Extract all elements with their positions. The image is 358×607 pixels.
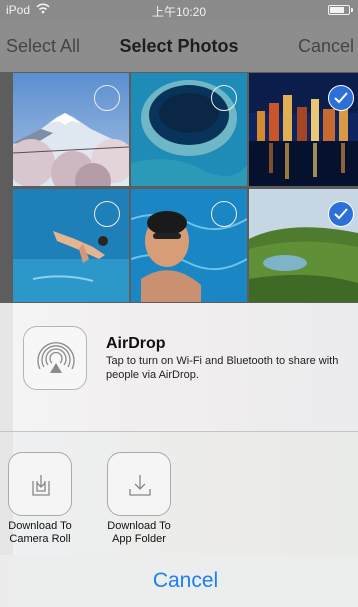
action-row: Download To Camera Roll Download To App …	[8, 432, 358, 558]
battery-icon	[328, 5, 353, 15]
download-camera-roll-label: Download To Camera Roll	[8, 520, 72, 545]
download-camera-roll-button[interactable]: Download To Camera Roll	[0, 452, 80, 546]
photo-thumb-6[interactable]	[249, 189, 358, 302]
photo-thumb-1[interactable]	[13, 73, 129, 186]
photo-thumb-2[interactable]	[131, 73, 247, 186]
select-check-4[interactable]	[94, 201, 120, 227]
airdrop-section[interactable]: AirDrop Tap to turn on Wi-Fi and Bluetoo…	[13, 303, 358, 431]
download-tray-icon	[8, 452, 72, 516]
nav-bar: Select All Select Photos Cancel	[0, 20, 358, 72]
checkmark-icon	[334, 92, 348, 104]
download-app-folder-button[interactable]: Download To App Folder	[99, 452, 179, 546]
photo-thumb-4[interactable]	[13, 189, 129, 302]
status-time: 上午10:20	[151, 5, 207, 19]
airdrop-icon[interactable]	[23, 326, 87, 390]
airdrop-rings-icon	[37, 342, 75, 373]
nav-cancel-button[interactable]: Cancel	[298, 36, 354, 57]
photo-thumb-5[interactable]	[131, 189, 247, 302]
airdrop-title: AirDrop	[106, 335, 166, 352]
photo-thumb-3[interactable]	[249, 73, 358, 186]
select-check-6[interactable]	[328, 201, 354, 227]
airdrop-description: Tap to turn on Wi-Fi and Bluetooth to sh…	[106, 355, 339, 381]
download-arrow-icon	[107, 452, 171, 516]
checkmark-icon	[334, 208, 348, 220]
select-check-2[interactable]	[211, 85, 237, 111]
cancel-button[interactable]: Cancel	[13, 555, 358, 607]
download-app-folder-label: Download To App Folder	[107, 520, 171, 545]
select-check-1[interactable]	[94, 85, 120, 111]
select-check-5[interactable]	[211, 201, 237, 227]
cancel-edge	[0, 555, 13, 607]
select-check-3[interactable]	[328, 85, 354, 111]
status-bar: iPod 上午10:20	[0, 0, 358, 20]
